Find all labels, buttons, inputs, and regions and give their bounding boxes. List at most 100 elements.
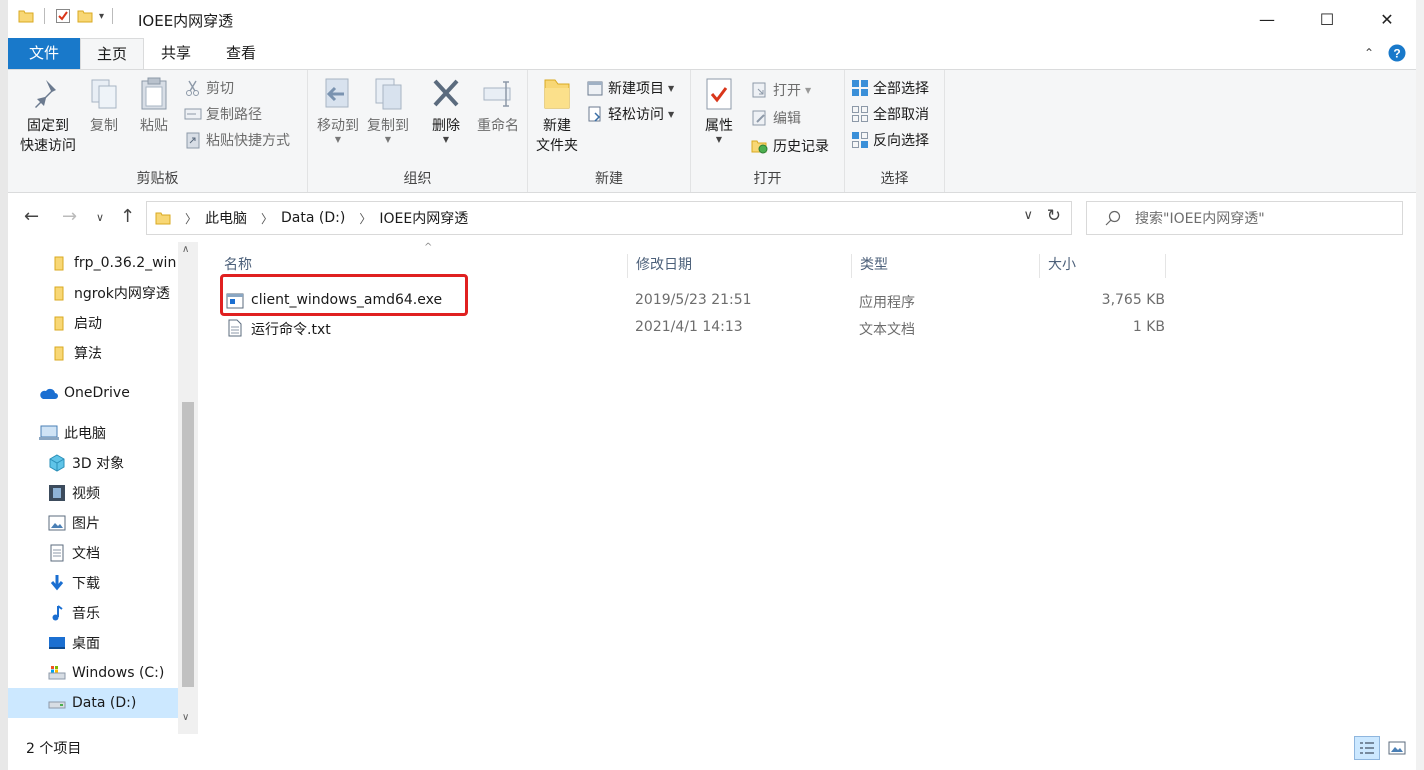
nav-item-onedrive[interactable]: OneDrive — [8, 378, 178, 408]
easy-access-button[interactable]: 轻松访问 ▼ — [586, 102, 674, 126]
scroll-down-icon[interactable]: ∨ — [182, 712, 189, 723]
column-header-date[interactable]: 修改日期 — [628, 254, 852, 278]
copy-to-button[interactable]: 复制到 ▼ — [364, 76, 412, 144]
breadcrumb-data-drive[interactable]: Data (D:) — [281, 210, 345, 226]
nav-item-downloads[interactable]: 下载 — [8, 568, 178, 598]
move-to-button[interactable]: 移动到 ▼ — [314, 76, 362, 144]
nav-scroll-thumb[interactable] — [182, 402, 194, 687]
nav-item-label: 下载 — [72, 576, 100, 592]
file-date: 2021/4/1 14:13 — [635, 319, 743, 335]
edit-button[interactable]: 编辑 — [751, 106, 801, 130]
history-label: 历史记录 — [773, 139, 829, 155]
select-group: 全部选择 全部取消 反向选择 选择 — [845, 70, 945, 192]
tab-file[interactable]: 文件 — [8, 38, 80, 69]
file-size: 1 KB — [1132, 319, 1165, 335]
breadcrumb-this-pc[interactable]: 此电脑 — [205, 208, 247, 228]
nav-item-videos[interactable]: 视频 — [8, 478, 178, 508]
nav-item-label: 图片 — [72, 516, 100, 532]
new-item-button[interactable]: 新建项目 ▼ — [586, 76, 674, 100]
nav-item-this-pc[interactable]: 此电脑 — [8, 418, 178, 448]
refresh-icon[interactable]: ↻ — [1047, 206, 1061, 226]
properties-button[interactable]: 属性 ▼ — [699, 76, 739, 144]
tab-share[interactable]: 共享 — [148, 38, 204, 69]
address-bar[interactable]: 〉 此电脑 〉 Data (D:) 〉 IOEE内网穿透 ∨ ↻ — [146, 201, 1072, 235]
customize-qat-icon[interactable]: ▾ — [99, 11, 104, 22]
new-folder-icon[interactable] — [77, 8, 93, 24]
status-bar: 2 个项目 — [8, 734, 1416, 770]
maximize-button[interactable]: ☐ — [1298, 0, 1356, 38]
file-date: 2019/5/23 21:51 — [635, 292, 752, 308]
cube-icon — [49, 454, 65, 472]
tab-view[interactable]: 查看 — [212, 38, 270, 69]
easy-access-icon — [588, 106, 601, 122]
nav-item-algorithm[interactable]: 算法 — [8, 338, 178, 368]
dropdown-arrow-icon: ▼ — [334, 135, 342, 144]
nav-item-label: ngrok内网穿透 — [74, 286, 170, 302]
breadcrumb-separator-icon[interactable]: 〉 — [359, 210, 371, 227]
forward-arrow-icon[interactable]: → — [62, 206, 77, 227]
back-arrow-icon[interactable]: ← — [24, 206, 39, 227]
breadcrumb-current-folder[interactable]: IOEE内网穿透 — [379, 208, 468, 228]
dropdown-arrow-icon: ▼ — [384, 135, 392, 144]
help-icon[interactable]: ? — [1388, 44, 1406, 62]
select-all-button[interactable]: 全部选择 — [851, 76, 929, 100]
close-button[interactable]: ✕ — [1358, 0, 1416, 38]
paste-shortcut-button[interactable]: 粘贴快捷方式 — [184, 128, 290, 152]
column-header-type[interactable]: 类型 — [852, 254, 1040, 278]
nav-scrollbar[interactable]: ∧ ∨ — [178, 242, 198, 734]
address-history-chevron-icon[interactable]: ∨ — [1023, 208, 1033, 223]
copy-label: 复制 — [90, 118, 118, 134]
nav-item-desktop[interactable]: 桌面 — [8, 628, 178, 658]
file-row[interactable]: 运行命令.txt 2021/4/1 14:13 文本文档 1 KB — [218, 315, 1165, 341]
file-name: 运行命令.txt — [251, 322, 331, 338]
tab-home[interactable]: 主页 — [80, 38, 144, 69]
up-arrow-icon[interactable]: ↑ — [120, 206, 135, 227]
column-header-size[interactable]: 大小 — [1040, 254, 1166, 278]
pin-quick-access-button[interactable]: 固定到 快速访问 — [16, 76, 80, 156]
nav-item-label: 3D 对象 — [72, 456, 125, 472]
copy-to-label: 复制到 — [367, 118, 409, 134]
scroll-up-icon[interactable]: ∧ — [182, 244, 189, 255]
breadcrumb-separator-icon[interactable]: 〉 — [261, 210, 273, 227]
nav-item-music[interactable]: 音乐 — [8, 598, 178, 628]
delete-button[interactable]: 删除 ▼ — [426, 76, 466, 144]
chevron-up-icon[interactable]: ⌃ — [1364, 46, 1374, 60]
folder-icon — [18, 10, 34, 23]
nav-item-pictures[interactable]: 图片 — [8, 508, 178, 538]
copy-path-button[interactable]: 复制路径 — [184, 102, 262, 126]
nav-item-windows-c[interactable]: Windows (C:) — [8, 658, 178, 688]
pin-label-line2: 快速访问 — [20, 138, 76, 154]
search-box[interactable]: 搜索"IOEE内网穿透" — [1086, 201, 1403, 235]
nav-item-frp[interactable]: frp_0.36.2_win — [8, 248, 178, 278]
paste-button[interactable]: 粘贴 — [134, 76, 174, 136]
nav-item-label: 音乐 — [72, 606, 100, 622]
details-view-button[interactable] — [1354, 736, 1380, 760]
search-placeholder: 搜索"IOEE内网穿透" — [1135, 211, 1265, 227]
select-none-button[interactable]: 全部取消 — [851, 102, 929, 126]
drive-icon — [48, 701, 66, 709]
pin-icon — [35, 80, 56, 108]
nav-item-data-d[interactable]: Data (D:) — [8, 688, 178, 718]
new-folder-button[interactable]: 新建 文件夹 — [532, 76, 582, 156]
nav-item-documents[interactable]: 文档 — [8, 538, 178, 568]
invert-selection-button[interactable]: 反向选择 — [851, 128, 929, 152]
history-button[interactable]: 历史记录 — [751, 134, 829, 158]
file-size: 3,765 KB — [1101, 292, 1165, 308]
svg-text:?: ? — [1393, 47, 1400, 61]
recent-locations-chevron-icon[interactable]: ∨ — [96, 211, 104, 224]
new-folder-label-line2: 文件夹 — [536, 138, 578, 154]
properties-icon[interactable] — [55, 8, 71, 24]
open-button[interactable]: 打开 ▼ — [751, 78, 811, 102]
nav-item-startup[interactable]: 启动 — [8, 308, 178, 338]
breadcrumb-separator-icon[interactable]: 〉 — [185, 210, 197, 227]
delete-icon — [433, 79, 459, 107]
nav-item-ngrok[interactable]: ngrok内网穿透 — [8, 278, 178, 308]
copy-button[interactable]: 复制 — [84, 76, 124, 136]
large-icons-view-button[interactable] — [1384, 736, 1410, 760]
rename-button[interactable]: 重命名 — [474, 76, 522, 136]
select-none-label: 全部取消 — [873, 107, 929, 123]
cut-button[interactable]: 剪切 — [184, 76, 234, 100]
history-icon — [751, 140, 768, 154]
minimize-button[interactable]: — — [1238, 0, 1296, 38]
nav-item-3d-objects[interactable]: 3D 对象 — [8, 448, 178, 478]
